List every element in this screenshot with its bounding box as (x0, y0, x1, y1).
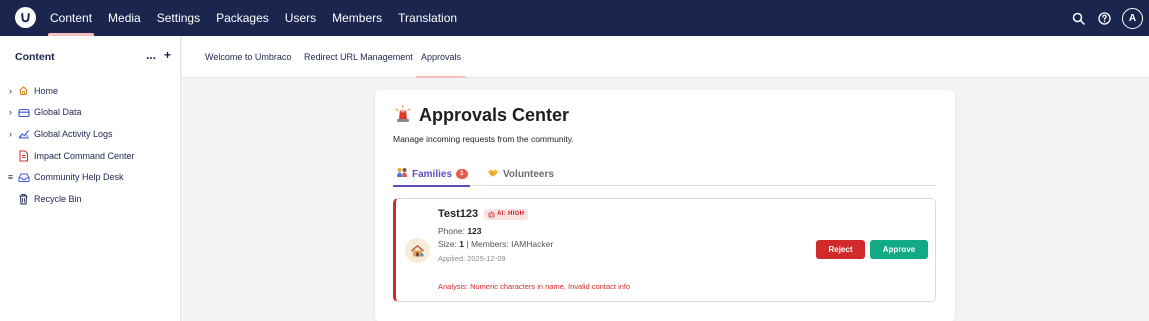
tree-item-community-help-desk[interactable]: ≡ Community Help Desk (0, 166, 181, 188)
tree-item-label: Global Data (34, 107, 82, 118)
tab-families-label: Families (412, 168, 453, 180)
tree-item-recycle-bin[interactable]: Recycle Bin (0, 188, 181, 210)
tab-approvals[interactable]: Approvals (415, 36, 467, 78)
size-value: 1 (459, 239, 465, 249)
family-house-icon (405, 238, 430, 263)
more-actions-button[interactable]: ... (146, 49, 156, 61)
document-icon (17, 149, 30, 162)
folder-icon (17, 106, 30, 119)
nav-settings[interactable]: Settings (149, 0, 208, 36)
family-icon (396, 167, 408, 181)
pending-count-badge: 1 (456, 169, 468, 179)
robot-icon (488, 211, 495, 217)
approvals-title: Approvals Center (419, 105, 570, 125)
handshake-icon (487, 167, 499, 181)
tree-item-label: Impact Command Center (34, 150, 135, 161)
help-icon[interactable] (1096, 10, 1112, 26)
header-actions: A (1070, 0, 1143, 36)
members-value: IAMHacker (511, 239, 554, 249)
content-tree: › Home › Global Data › Global Activity L… (0, 80, 181, 210)
nav-media[interactable]: Media (100, 0, 149, 36)
user-avatar[interactable]: A (1122, 7, 1143, 29)
expand-caret-icon[interactable]: › (6, 86, 15, 96)
drag-handle-icon[interactable]: ≡ (6, 172, 15, 182)
ai-risk-badge: AI: HIGH (484, 208, 529, 220)
request-phone: Phone: 123 (438, 226, 482, 236)
nav-translation[interactable]: Translation (390, 0, 465, 36)
content-sidebar: Content ... + › Home › Global Data › Glo… (0, 36, 181, 321)
tree-item-global-activity-logs[interactable]: › Global Activity Logs (0, 123, 181, 145)
top-header: Content Media Settings Packages Users Me… (0, 0, 1149, 36)
request-card: Test123 AI: HIGH Phone: 123 Size: 1 | Me… (393, 198, 936, 302)
umbraco-logo-icon[interactable] (15, 7, 36, 28)
nav-content[interactable]: Content (42, 0, 100, 36)
trash-icon (17, 192, 30, 205)
expand-caret-icon[interactable]: › (6, 107, 15, 117)
ai-analysis-text: Analysis: Numeric characters in name, In… (438, 282, 631, 291)
nav-packages[interactable]: Packages (208, 0, 277, 36)
tab-welcome[interactable]: Welcome to Umbraco (205, 36, 291, 78)
tab-redirect-url-management[interactable]: Redirect URL Management (304, 36, 413, 78)
request-name-row: Test123 AI: HIGH (438, 208, 529, 220)
approve-button[interactable]: Approve (870, 240, 928, 259)
size-label: Size: (438, 239, 457, 249)
page-title: Approvals Center (393, 104, 569, 127)
chart-icon (17, 127, 30, 140)
nav-members[interactable]: Members (324, 0, 390, 36)
main-nav: Content Media Settings Packages Users Me… (42, 0, 465, 36)
phone-value: 123 (467, 226, 482, 236)
tree-item-label: Global Activity Logs (34, 128, 113, 139)
sidebar-title: Content (15, 51, 55, 63)
tree-item-global-data[interactable]: › Global Data (0, 102, 181, 124)
reject-button[interactable]: Reject (816, 240, 865, 259)
tab-volunteers[interactable]: Volunteers (487, 162, 554, 186)
tab-families[interactable]: Families 1 (393, 162, 470, 187)
expand-caret-icon[interactable]: › (6, 129, 15, 139)
approval-type-tabs: Families 1 Volunteers (393, 162, 936, 187)
tree-item-label: Community Help Desk (34, 172, 124, 183)
request-name: Test123 (438, 208, 479, 220)
tree-item-impact-command-center[interactable]: Impact Command Center (0, 145, 181, 167)
request-size: Size: 1 | Members: IAMHacker (438, 239, 553, 249)
siren-icon (393, 104, 413, 127)
members-label: | Members: (466, 239, 509, 249)
tree-item-label: Home (34, 85, 59, 96)
approvals-subtitle: Manage incoming requests from the commun… (393, 134, 574, 144)
phone-label: Phone: (438, 226, 465, 236)
approvals-card: Approvals Center Manage incoming request… (375, 90, 955, 321)
inbox-icon (17, 171, 30, 184)
sidebar-actions: ... + (146, 49, 171, 61)
dashboard-tabs: Welcome to Umbraco Redirect URL Manageme… (182, 36, 1149, 78)
home-icon (17, 84, 30, 97)
request-applied-date: Applied: 2025-12-09 (438, 254, 506, 263)
nav-users[interactable]: Users (277, 0, 324, 36)
tree-item-label: Recycle Bin (34, 193, 82, 204)
ai-risk-label: AI: HIGH (497, 211, 525, 217)
search-icon[interactable] (1070, 10, 1086, 26)
add-content-button[interactable]: + (164, 49, 171, 61)
tab-volunteers-label: Volunteers (503, 168, 554, 180)
tree-item-home[interactable]: › Home (0, 80, 181, 102)
